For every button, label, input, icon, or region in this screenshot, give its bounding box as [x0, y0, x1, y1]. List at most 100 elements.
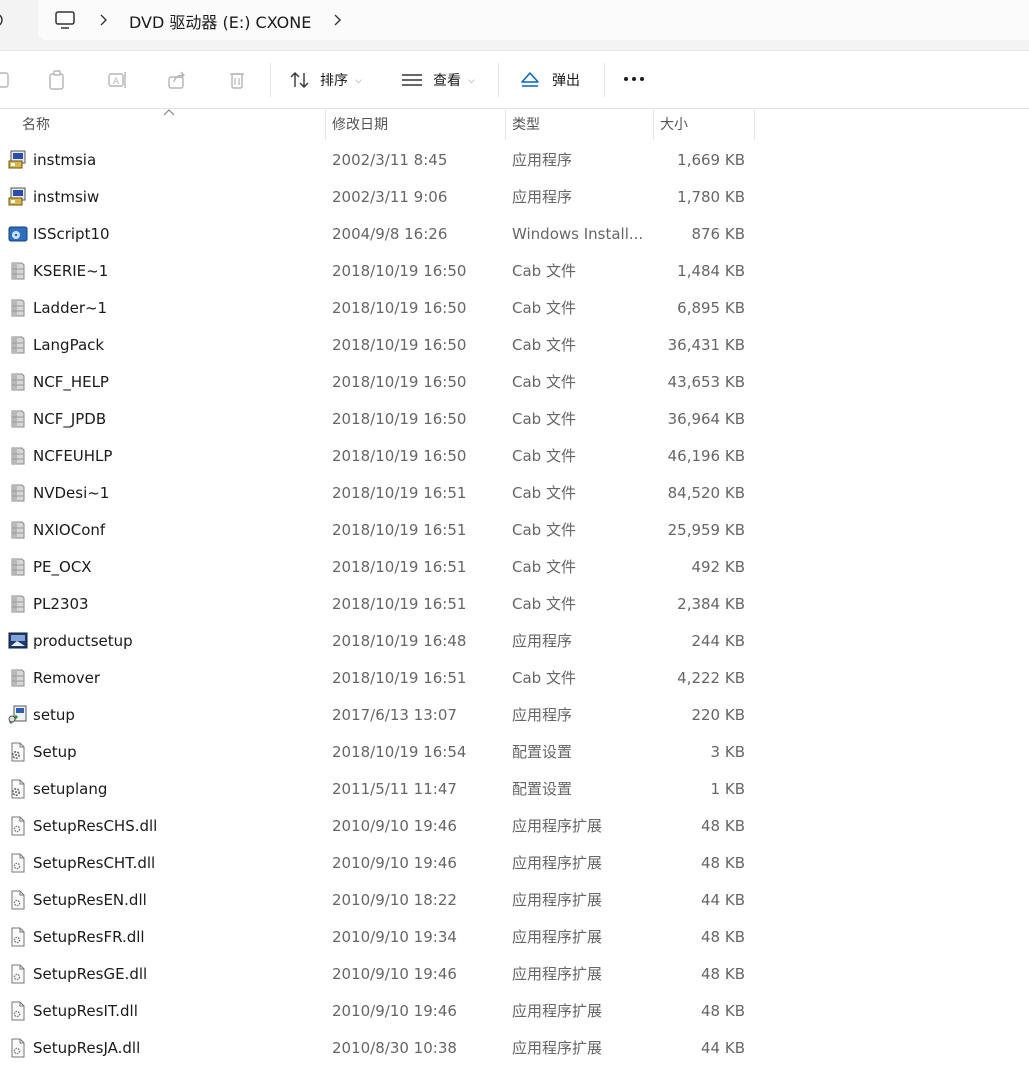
sort-button[interactable]: 排序 ⌵	[289, 51, 362, 108]
file-type: Cab 文件	[512, 484, 576, 502]
table-row[interactable]: SetupResFR.dll 2010/9/10 19:34 应用程序扩展 48 KB	[0, 919, 1029, 956]
file-date: 2010/9/10 19:34	[332, 928, 457, 946]
table-row[interactable]: SetupResGE.dll 2010/9/10 19:46 应用程序扩展 48 KB	[0, 956, 1029, 993]
delete-icon[interactable]	[226, 69, 248, 91]
cut-icon[interactable]	[0, 69, 12, 91]
column-divider[interactable]	[325, 110, 326, 140]
file-type: Cab 文件	[512, 336, 576, 354]
file-type: 应用程序	[512, 188, 573, 206]
column-header-row: 名称 修改日期 类型 大小	[0, 108, 1029, 142]
table-row[interactable]: SetupResCHT.dll 2010/9/10 19:46 应用程序扩展 48 K…	[0, 845, 1029, 882]
share-icon[interactable]	[166, 69, 188, 91]
address-bar-region: DVD 驱动器 (E:) CXONE	[0, 0, 1029, 51]
file-type: 应用程序	[512, 706, 573, 724]
table-row[interactable]: LangPack 2018/10/19 16:50 Cab 文件 36,431 KB	[0, 327, 1029, 364]
column-header-size[interactable]: 大小	[660, 108, 688, 142]
file-size: 244 KB	[691, 632, 745, 650]
table-row[interactable]: NCF_JPDB 2018/10/19 16:50 Cab 文件 36,964 KB	[0, 401, 1029, 438]
table-row[interactable]: SetupResEN.dll 2010/9/10 18:22 应用程序扩展 44 KB	[0, 882, 1029, 919]
table-row[interactable]: PL2303 2018/10/19 16:51 Cab 文件 2,384 KB	[0, 586, 1029, 623]
column-divider[interactable]	[754, 110, 755, 140]
file-size: 44 KB	[701, 1039, 745, 1057]
file-name: setup	[33, 706, 75, 724]
file-size: 48 KB	[701, 854, 745, 872]
dll-file-icon	[8, 816, 28, 836]
file-date: 2017/6/13 13:07	[332, 706, 457, 724]
file-date: 2018/10/19 16:50	[332, 373, 467, 391]
column-header-name[interactable]: 名称	[22, 108, 50, 142]
copy-icon[interactable]	[46, 69, 68, 91]
file-size: 3 KB	[710, 743, 745, 761]
file-date: 2018/10/19 16:50	[332, 447, 467, 465]
cab-file-icon	[8, 298, 28, 318]
table-row[interactable]: ISScript10 2004/9/8 16:26 Windows Install.…	[0, 216, 1029, 253]
file-type: Cab 文件	[512, 410, 576, 428]
file-type: Cab 文件	[512, 447, 576, 465]
file-date: 2004/9/8 16:26	[332, 225, 448, 243]
column-divider[interactable]	[505, 110, 506, 140]
file-name: NCF_JPDB	[33, 410, 107, 428]
refresh-icon[interactable]	[0, 10, 8, 30]
file-date: 2002/3/11 9:06	[332, 188, 448, 206]
file-type: 配置设置	[512, 780, 573, 798]
this-pc-icon[interactable]	[54, 10, 76, 30]
table-row[interactable]: SetupResJA.dll 2010/8/30 10:38 应用程序扩展 44 KB	[0, 1030, 1029, 1067]
table-row[interactable]: NCF_HELP 2018/10/19 16:50 Cab 文件 43,653 KB	[0, 364, 1029, 401]
file-date: 2018/10/19 16:50	[332, 410, 467, 428]
file-type: 应用程序扩展	[512, 1039, 603, 1057]
table-row[interactable]: SetupResCHS.dll 2010/9/10 19:46 应用程序扩展 48 K…	[0, 808, 1029, 845]
cab-file-icon	[8, 520, 28, 540]
sort-label: 排序	[320, 72, 348, 89]
dll-file-icon	[8, 964, 28, 984]
table-row[interactable]: instmsia 2002/3/11 8:45 应用程序 1,669 KB	[0, 142, 1029, 179]
file-type: 应用程序扩展	[512, 817, 603, 835]
breadcrumb-chevron-icon[interactable]	[332, 13, 342, 27]
table-row[interactable]: Remover 2018/10/19 16:51 Cab 文件 4,222 KB	[0, 660, 1029, 697]
column-header-date[interactable]: 修改日期	[332, 108, 388, 142]
file-name: SetupResIT.dll	[33, 1002, 138, 1020]
file-size: 1 KB	[710, 780, 745, 798]
file-date: 2010/9/10 19:46	[332, 965, 457, 983]
file-type: Windows Install...	[512, 225, 642, 243]
table-row[interactable]: Setup 2018/10/19 16:54 配置设置 3 KB	[0, 734, 1029, 771]
file-name: productsetup	[33, 632, 133, 650]
breadcrumb-chevron-icon[interactable]	[98, 13, 108, 27]
file-date: 2010/8/30 10:38	[332, 1039, 457, 1057]
table-row[interactable]: NVDesi~1 2018/10/19 16:51 Cab 文件 84,520 KB	[0, 475, 1029, 512]
eject-button[interactable]: 弹出	[520, 51, 580, 108]
table-row[interactable]: PE_OCX 2018/10/19 16:51 Cab 文件 492 KB	[0, 549, 1029, 586]
column-header-type[interactable]: 类型	[512, 108, 540, 142]
file-name: SetupResFR.dll	[33, 928, 145, 946]
file-size: 44 KB	[701, 891, 745, 909]
file-date: 2010/9/10 19:46	[332, 817, 457, 835]
file-name: NCFEUHLP	[33, 447, 113, 465]
sort-ascending-icon	[163, 108, 175, 116]
table-row[interactable]: instmsiw 2002/3/11 9:06 应用程序 1,780 KB	[0, 179, 1029, 216]
file-name: Setup	[33, 743, 77, 761]
file-date: 2010/9/10 19:46	[332, 1002, 457, 1020]
file-type: 应用程序	[512, 151, 573, 169]
table-row[interactable]: SetupResIT.dll 2010/9/10 19:46 应用程序扩展 48 KB	[0, 993, 1029, 1030]
table-row[interactable]: setuplang 2011/5/11 11:47 配置设置 1 KB	[0, 771, 1029, 808]
table-row[interactable]: productsetup 2018/10/19 16:48 应用程序 244 KB	[0, 623, 1029, 660]
breadcrumb-drive[interactable]: DVD 驱动器 (E:) CXONE	[129, 9, 311, 33]
sort-icon	[289, 71, 311, 89]
table-row[interactable]: NCFEUHLP 2018/10/19 16:50 Cab 文件 46,196 KB	[0, 438, 1029, 475]
file-type: 应用程序扩展	[512, 928, 603, 946]
view-list-icon	[401, 72, 423, 88]
installer-exe-icon	[8, 187, 28, 207]
table-row[interactable]: NXIOConf 2018/10/19 16:51 Cab 文件 25,959 KB	[0, 512, 1029, 549]
file-name: ISScript10	[33, 225, 110, 243]
table-row[interactable]: Ladder~1 2018/10/19 16:50 Cab 文件 6,895 KB	[0, 290, 1029, 327]
view-button[interactable]: 查看 ⌵	[401, 51, 475, 108]
cab-file-icon	[8, 261, 28, 281]
table-row[interactable]: setup 2017/6/13 13:07 应用程序 220 KB	[0, 697, 1029, 734]
file-size: 36,431 KB	[667, 336, 745, 354]
table-row[interactable]: KSERIE~1 2018/10/19 16:50 Cab 文件 1,484 KB	[0, 253, 1029, 290]
file-size: 48 KB	[701, 1002, 745, 1020]
more-options-icon[interactable]	[624, 77, 644, 81]
column-divider[interactable]	[653, 110, 654, 140]
file-date: 2018/10/19 16:50	[332, 262, 467, 280]
eject-label: 弹出	[552, 72, 580, 89]
rename-icon[interactable]: A	[106, 69, 128, 91]
